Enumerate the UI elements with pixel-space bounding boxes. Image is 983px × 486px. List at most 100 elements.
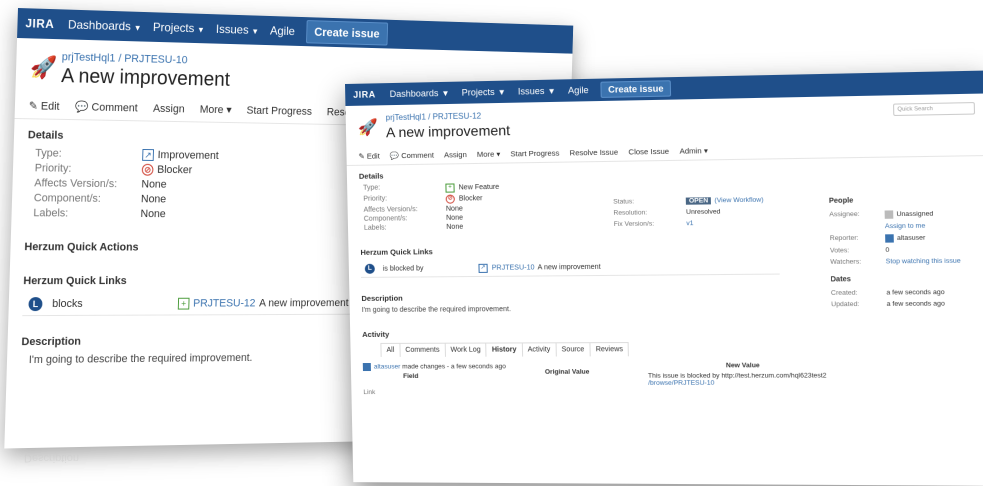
- start-progress-button[interactable]: Start Progress: [510, 148, 559, 158]
- rocket-icon: 🚀: [357, 119, 378, 137]
- breadcrumb-issue-key[interactable]: PRJTESU-12: [433, 111, 482, 121]
- quick-search-input[interactable]: Quick Search: [892, 102, 976, 117]
- linked-issue-key[interactable]: PRJTESU-10: [492, 264, 535, 271]
- start-progress-button[interactable]: Start Progress: [246, 104, 312, 117]
- stop-watching-link[interactable]: Stop watching this issue: [886, 258, 961, 266]
- nav-agile[interactable]: Agile: [270, 24, 295, 38]
- tab-history[interactable]: History: [485, 342, 523, 357]
- tab-work-log[interactable]: Work Log: [444, 342, 487, 357]
- watchers-row: Watchers: Stop watching this issue: [830, 257, 961, 266]
- jira-logo[interactable]: JIRA: [25, 16, 54, 31]
- breadcrumb-project[interactable]: prjTestHql1: [386, 112, 426, 122]
- history-new-value: This issue is blocked by http://test.her…: [647, 372, 827, 387]
- rocket-icon: 🚀: [29, 54, 58, 80]
- link-relation: is blocked by: [382, 264, 424, 273]
- speech-bubble-icon: 💬: [75, 101, 92, 114]
- breadcrumb-separator: /: [118, 52, 122, 65]
- view-workflow-link[interactable]: (View Workflow): [714, 197, 763, 205]
- linked-issue-summary: A new improvement: [258, 297, 349, 310]
- breadcrumb-project[interactable]: prjTestHql1: [62, 51, 116, 64]
- chevron-down-icon: ▼: [497, 87, 506, 97]
- tab-source[interactable]: Source: [555, 342, 591, 357]
- votes-count[interactable]: 0: [885, 247, 889, 254]
- chevron-down-icon: ▼: [133, 23, 142, 33]
- speech-bubble-icon: 💬: [389, 151, 402, 161]
- tab-reviews[interactable]: Reviews: [589, 342, 630, 357]
- create-issue-button[interactable]: Create issue: [305, 20, 389, 46]
- resolution-row: Resolution: Unresolved: [613, 208, 721, 217]
- new-feature-icon: +: [177, 297, 190, 310]
- chevron-down-icon: ▼: [547, 86, 556, 96]
- tab-activity[interactable]: Activity: [521, 342, 557, 357]
- history-field-value: Link: [363, 389, 376, 397]
- history-action: made changes - a few seconds ago: [402, 363, 506, 371]
- assign-button[interactable]: Assign: [153, 102, 185, 114]
- quick-link-row: L is blocked by ↗ PRJTESU-10 A new impro…: [360, 257, 780, 278]
- history-original-header: Original Value: [544, 368, 590, 376]
- fix-version-link[interactable]: v1: [686, 220, 693, 227]
- avatar: [362, 363, 371, 372]
- votes-row: Votes: 0: [829, 246, 890, 255]
- chevron-down-icon: ▾: [223, 104, 232, 117]
- chevron-down-icon: ▼: [196, 25, 205, 35]
- dates-title: Dates: [830, 276, 852, 284]
- edit-button[interactable]: ✎ Edit: [29, 99, 60, 113]
- link-type-icon: L: [364, 263, 375, 274]
- assignee-row: Assignee: Unassigned: [829, 210, 934, 219]
- avatar: [884, 210, 894, 219]
- more-button[interactable]: More ▾: [200, 103, 232, 116]
- breadcrumb-issue-key[interactable]: PRJTESU-10: [124, 53, 188, 66]
- assign-to-me-row: Assign to me: [829, 222, 979, 231]
- people-title: People: [828, 197, 854, 205]
- comment-button[interactable]: 💬 Comment: [75, 100, 138, 114]
- created-row: Created: a few seconds ago: [830, 288, 945, 297]
- breadcrumb: prjTestHql1 / PRJTESU-12: [386, 111, 510, 122]
- chevron-down-icon: ▼: [251, 27, 259, 37]
- tab-comments[interactable]: Comments: [399, 342, 446, 357]
- issue-summary: A new improvement: [60, 65, 231, 91]
- chevron-down-icon: ▼: [441, 88, 450, 99]
- updated-row: Updated: a few seconds ago: [831, 300, 945, 309]
- resolve-issue-button[interactable]: Resolve Issue: [570, 148, 619, 158]
- comment-button[interactable]: 💬 Comment: [390, 151, 434, 161]
- nav-projects[interactable]: Projects ▼: [462, 87, 506, 98]
- jira-logo[interactable]: JIRA: [353, 89, 376, 99]
- issue-summary: A new improvement: [385, 121, 511, 141]
- reporter-row: Reporter: altasuser: [829, 234, 926, 243]
- nav-issues[interactable]: Issues ▼: [216, 22, 259, 37]
- blocker-icon: ⊘: [141, 163, 154, 176]
- nav-projects[interactable]: Projects ▼: [153, 20, 205, 35]
- people-dates-column: People Assignee: Unassigned Assign to me…: [829, 194, 982, 313]
- window-reflection: Description: [24, 452, 80, 464]
- link-relation: blocks: [52, 297, 83, 311]
- history-field-header: Field: [403, 372, 419, 381]
- blocker-icon: ⊘: [445, 194, 455, 204]
- breadcrumb-separator: /: [428, 112, 431, 122]
- improvement-icon: ↗: [478, 263, 488, 273]
- more-button[interactable]: More ▾: [477, 149, 500, 158]
- create-issue-button[interactable]: Create issue: [600, 80, 671, 98]
- activity-title: Activity: [362, 329, 390, 339]
- activity-tabs: All Comments Work Log History Activity S…: [380, 341, 978, 357]
- nav-agile[interactable]: Agile: [568, 85, 589, 96]
- nav-dashboards[interactable]: Dashboards ▼: [68, 18, 142, 34]
- nav-dashboards[interactable]: Dashboards ▼: [390, 88, 450, 99]
- history-user-link[interactable]: altasuser: [374, 364, 401, 371]
- improvement-icon: ↗: [142, 148, 155, 161]
- nav-issues[interactable]: Issues ▼: [518, 86, 556, 97]
- chevron-down-icon: ▾: [494, 149, 501, 159]
- fix-versions-row: Fix Version/s: v1: [613, 219, 694, 229]
- tab-all[interactable]: All: [380, 342, 401, 357]
- chevron-down-icon: ▾: [701, 146, 708, 156]
- link-type-icon: L: [28, 297, 43, 312]
- history-entry: altasuser made changes - a few seconds a…: [362, 362, 979, 404]
- status-badge: OPEN: [685, 197, 712, 205]
- status-column: Status: OPEN (View Workflow) Resolution: …: [613, 196, 812, 232]
- assign-button[interactable]: Assign: [444, 150, 467, 159]
- edit-button[interactable]: ✎ Edit: [358, 151, 379, 160]
- linked-issue-summary: A new improvement: [537, 263, 601, 271]
- close-issue-button[interactable]: Close Issue: [628, 147, 669, 157]
- assign-to-me-link[interactable]: Assign to me: [885, 222, 925, 230]
- admin-button[interactable]: Admin ▾: [679, 146, 707, 156]
- linked-issue-key[interactable]: PRJTESU-12: [193, 298, 256, 310]
